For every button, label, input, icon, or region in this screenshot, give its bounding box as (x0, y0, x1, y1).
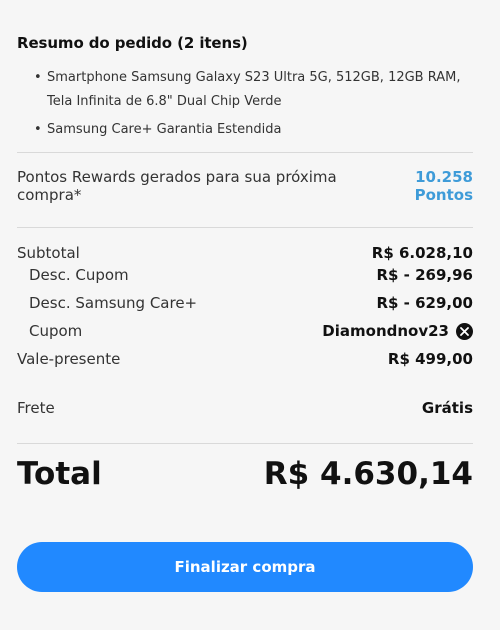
coupon-label: Cupom (29, 322, 83, 340)
list-item: • Samsung Care+ Garantia Estendida (17, 118, 473, 142)
coupon-code: Diamondnov23 (322, 322, 449, 340)
rewards-points-value: 10.258 (415, 168, 473, 186)
coupon-discount-label: Desc. Cupom (29, 266, 129, 284)
care-discount-label: Desc. Samsung Care+ (29, 294, 198, 312)
rewards-points: 10.258 Pontos (415, 168, 473, 204)
order-summary-panel: Resumo do pedido (2 itens) • Smartphone … (0, 0, 500, 630)
shipping-value: Grátis (421, 399, 473, 417)
order-summary-title: Resumo do pedido (2 itens) (17, 34, 248, 52)
subtotal-value: R$ 6.028,10 (371, 244, 473, 262)
care-discount-row: Desc. Samsung Care+ R$ - 629,00 (17, 292, 473, 314)
care-discount-value: R$ - 629,00 (376, 294, 473, 312)
divider (17, 443, 473, 444)
subtotal-row: Subtotal R$ 6.028,10 (17, 242, 473, 264)
coupon-row: Cupom Diamondnov23 (17, 320, 473, 342)
total-value: R$ 4.630,14 (263, 456, 473, 492)
item-label: Smartphone Samsung Galaxy S23 Ultra 5G, … (47, 70, 461, 109)
rewards-points-unit: Pontos (414, 186, 473, 204)
gift-card-label: Vale-presente (17, 350, 121, 368)
gift-card-row: Vale-presente R$ 499,00 (17, 348, 473, 370)
divider (17, 227, 473, 228)
subtotal-label: Subtotal (17, 244, 80, 262)
total-label: Total (17, 456, 102, 492)
coupon-discount-value: R$ - 269,96 (376, 266, 473, 284)
list-item: • Smartphone Samsung Galaxy S23 Ultra 5G… (17, 66, 473, 114)
rewards-label: Pontos Rewards gerados para sua próxima … (17, 168, 337, 204)
coupon-value: Diamondnov23 (322, 322, 473, 340)
gift-card-value: R$ 499,00 (387, 350, 473, 368)
coupon-discount-row: Desc. Cupom R$ - 269,96 (17, 264, 473, 286)
checkout-button[interactable]: Finalizar compra (17, 542, 473, 592)
close-circle-icon[interactable] (456, 322, 473, 340)
bullet-icon: • (34, 70, 42, 85)
bullet-icon: • (34, 122, 42, 137)
item-label: Samsung Care+ Garantia Estendida (47, 122, 282, 137)
shipping-label: Frete (17, 399, 55, 417)
divider (17, 152, 473, 153)
order-items-list: • Smartphone Samsung Galaxy S23 Ultra 5G… (17, 66, 473, 142)
shipping-row: Frete Grátis (17, 397, 473, 419)
